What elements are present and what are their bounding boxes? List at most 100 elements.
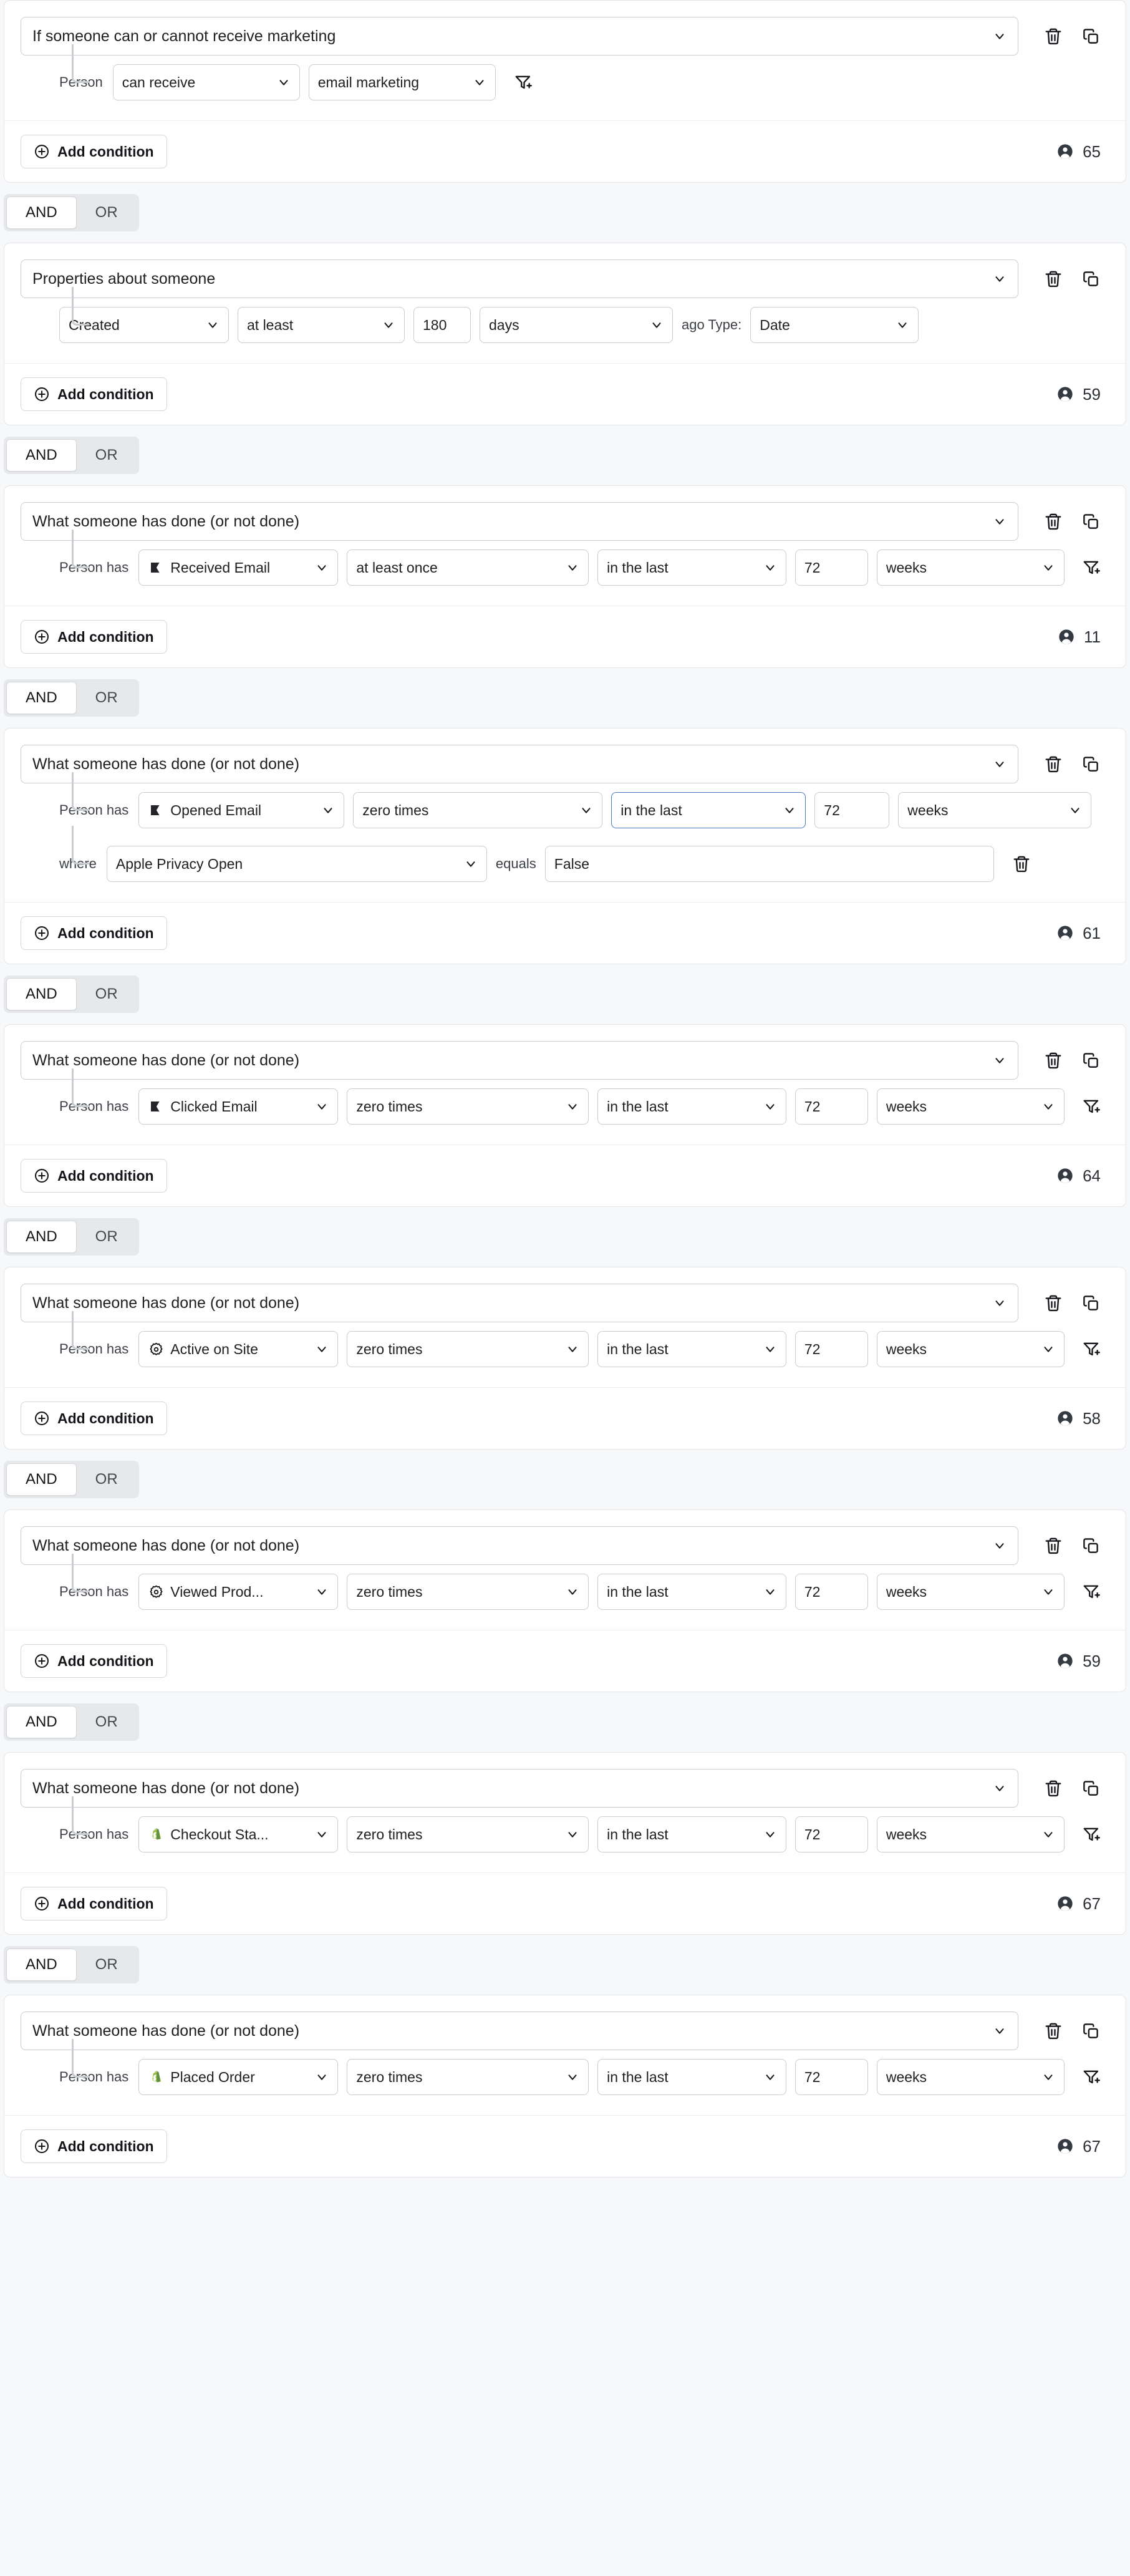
dropdown-select[interactable]: Apple Privacy Open: [106, 846, 487, 882]
add-condition-button[interactable]: Add condition: [21, 620, 167, 654]
dropdown-select[interactable]: weeks: [876, 550, 1065, 586]
joiner-option-and[interactable]: AND: [6, 1706, 77, 1738]
joiner-option-or[interactable]: OR: [77, 978, 137, 1010]
delete-condition-button[interactable]: [1035, 1770, 1072, 1807]
delete-condition-button[interactable]: [1035, 1042, 1072, 1079]
dropdown-select[interactable]: weeks: [876, 2059, 1065, 2095]
dropdown-select[interactable]: in the last: [597, 1088, 786, 1125]
delete-condition-button[interactable]: [1035, 17, 1072, 55]
delete-condition-button[interactable]: [1035, 503, 1072, 540]
condition-type-select[interactable]: What someone has done (or not done): [21, 502, 1018, 541]
dropdown-select[interactable]: in the last: [597, 2059, 786, 2095]
joiner-option-and[interactable]: AND: [6, 1949, 77, 1981]
joiner-option-or[interactable]: OR: [77, 1221, 137, 1253]
duplicate-condition-button[interactable]: [1072, 1770, 1109, 1807]
dropdown-select[interactable]: Viewed Prod...: [138, 1574, 339, 1610]
condition-type-select[interactable]: What someone has done (or not done): [21, 745, 1018, 783]
delete-condition-button[interactable]: [1035, 260, 1072, 298]
dropdown-select[interactable]: at least once: [347, 550, 589, 586]
joiner-option-or[interactable]: OR: [77, 1949, 137, 1981]
delete-condition-button[interactable]: [1035, 1284, 1072, 1322]
duplicate-condition-button[interactable]: [1072, 1042, 1109, 1079]
dropdown-select[interactable]: in the last: [597, 550, 786, 586]
add-condition-button[interactable]: Add condition: [21, 1159, 167, 1193]
condition-type-select[interactable]: What someone has done (or not done): [21, 1526, 1018, 1565]
condition-type-select[interactable]: What someone has done (or not done): [21, 1769, 1018, 1808]
dropdown-select[interactable]: Active on Site: [138, 1331, 339, 1367]
duplicate-condition-button[interactable]: [1072, 17, 1109, 55]
add-condition-button[interactable]: Add condition: [21, 135, 167, 168]
duplicate-condition-button[interactable]: [1072, 503, 1109, 540]
and-or-toggle[interactable]: AND OR: [4, 1461, 139, 1498]
delete-filter-button[interactable]: [1003, 845, 1040, 883]
joiner-option-or[interactable]: OR: [77, 1706, 137, 1738]
joiner-option-and[interactable]: AND: [6, 1463, 77, 1496]
dropdown-select[interactable]: Clicked Email: [138, 1088, 339, 1125]
dropdown-select[interactable]: zero times: [347, 1088, 589, 1125]
duplicate-condition-button[interactable]: [1072, 1527, 1109, 1564]
condition-type-select[interactable]: If someone can or cannot receive marketi…: [21, 17, 1018, 56]
add-filter-button[interactable]: [1073, 1816, 1109, 1853]
dropdown-select[interactable]: days: [480, 307, 673, 343]
and-or-toggle[interactable]: AND OR: [4, 1946, 139, 1983]
and-or-toggle[interactable]: AND OR: [4, 679, 139, 717]
delete-condition-button[interactable]: [1035, 1527, 1072, 1564]
dropdown-select[interactable]: email marketing: [308, 64, 496, 100]
add-condition-button[interactable]: Add condition: [21, 377, 167, 411]
dropdown-select[interactable]: at least: [238, 307, 405, 343]
dropdown-select[interactable]: Created: [59, 307, 229, 343]
text-input[interactable]: 72: [794, 2059, 868, 2095]
condition-type-select[interactable]: Properties about someone: [21, 259, 1018, 298]
delete-condition-button[interactable]: [1035, 745, 1072, 783]
dropdown-select[interactable]: in the last: [597, 1331, 786, 1367]
dropdown-select[interactable]: weeks: [898, 792, 1092, 828]
text-input[interactable]: 72: [794, 1088, 868, 1125]
condition-type-select[interactable]: What someone has done (or not done): [21, 1284, 1018, 1322]
dropdown-select[interactable]: weeks: [876, 1088, 1065, 1125]
joiner-option-and[interactable]: AND: [6, 439, 77, 472]
joiner-option-or[interactable]: OR: [77, 1463, 137, 1496]
dropdown-select[interactable]: zero times: [347, 2059, 589, 2095]
dropdown-select[interactable]: Received Email: [138, 550, 339, 586]
text-input[interactable]: 72: [794, 1574, 868, 1610]
add-filter-button[interactable]: [1073, 549, 1109, 586]
text-input[interactable]: 180: [413, 307, 471, 343]
text-input[interactable]: 72: [794, 1331, 868, 1367]
text-input[interactable]: 72: [814, 792, 890, 828]
joiner-option-and[interactable]: AND: [6, 196, 77, 229]
dropdown-select[interactable]: in the last: [597, 1574, 786, 1610]
add-filter-button[interactable]: [1073, 1330, 1109, 1368]
dropdown-select[interactable]: Checkout Sta...: [138, 1816, 339, 1852]
and-or-toggle[interactable]: AND OR: [4, 194, 139, 231]
joiner-option-or[interactable]: OR: [77, 439, 137, 472]
condition-type-select[interactable]: What someone has done (or not done): [21, 2012, 1018, 2050]
and-or-toggle[interactable]: AND OR: [4, 976, 139, 1013]
and-or-toggle[interactable]: AND OR: [4, 1218, 139, 1256]
duplicate-condition-button[interactable]: [1072, 1284, 1109, 1322]
dropdown-select[interactable]: zero times: [347, 1816, 589, 1852]
dropdown-select[interactable]: weeks: [876, 1574, 1065, 1610]
add-condition-button[interactable]: Add condition: [21, 1402, 167, 1435]
add-condition-button[interactable]: Add condition: [21, 916, 167, 950]
dropdown-select[interactable]: in the last: [597, 1816, 786, 1852]
joiner-option-and[interactable]: AND: [6, 1221, 77, 1253]
joiner-option-and[interactable]: AND: [6, 978, 77, 1010]
add-filter-button[interactable]: [505, 64, 542, 101]
dropdown-select[interactable]: zero times: [353, 792, 603, 828]
joiner-option-or[interactable]: OR: [77, 196, 137, 229]
dropdown-select[interactable]: zero times: [347, 1331, 589, 1367]
add-filter-button[interactable]: [1073, 2058, 1109, 2096]
joiner-option-and[interactable]: AND: [6, 682, 77, 714]
text-input[interactable]: 72: [794, 1816, 868, 1852]
add-filter-button[interactable]: [1073, 1088, 1109, 1125]
condition-type-select[interactable]: What someone has done (or not done): [21, 1041, 1018, 1080]
dropdown-select[interactable]: Opened Email: [138, 792, 345, 828]
dropdown-select[interactable]: Placed Order: [138, 2059, 339, 2095]
text-input[interactable]: 72: [794, 550, 868, 586]
add-condition-button[interactable]: Add condition: [21, 2129, 167, 2163]
joiner-option-or[interactable]: OR: [77, 682, 137, 714]
and-or-toggle[interactable]: AND OR: [4, 437, 139, 474]
duplicate-condition-button[interactable]: [1072, 745, 1109, 783]
dropdown-select[interactable]: in the last: [611, 792, 806, 828]
add-filter-button[interactable]: [1073, 1573, 1109, 1610]
